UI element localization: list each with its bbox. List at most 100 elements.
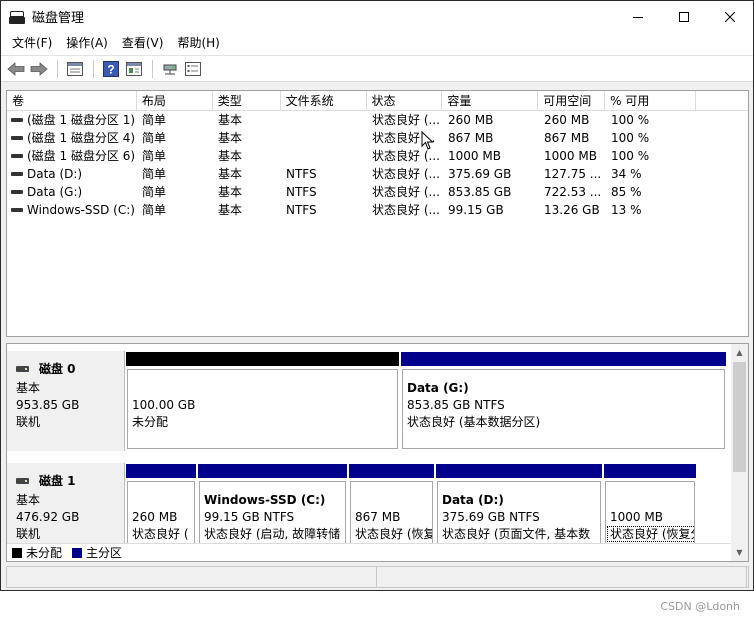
legend-unallocated-label: 未分配 (26, 546, 63, 560)
partition-status: 状态良好 ( (132, 526, 194, 543)
toolbar-separator (152, 59, 153, 78)
scroll-up-arrow-icon[interactable]: ▲ (731, 344, 748, 361)
partition-bar (603, 463, 697, 479)
partition-status: 状态良好 (恢复分区) (607, 526, 694, 543)
partition-title: Data (D:) (442, 493, 504, 507)
table-row[interactable]: (磁盘 1 磁盘分区 4) 简单 基本 状态良好 ... 867 MB 867 MB 100… (7, 129, 748, 147)
console-view-button[interactable] (123, 58, 145, 80)
partition-status: 状态良好 (页面文件, 基本数 (442, 526, 600, 543)
cell-volume: Data (D:) (7, 165, 137, 183)
column-header-type[interactable]: 类型 (213, 91, 281, 111)
cell-filesystem (281, 147, 367, 165)
volume-icon (11, 172, 23, 176)
partition-block[interactable]: 100.00 GB 未分配 (125, 351, 400, 451)
cell-layout: 简单 (142, 149, 167, 163)
status-bar (6, 566, 749, 588)
cell-percent-free: 100 % (611, 149, 650, 163)
table-row[interactable]: Windows-SSD (C:) 简单 基本 NTFS 状态良好 (... 99.15 G… (7, 201, 748, 219)
menu-file[interactable]: 文件(F) (5, 32, 59, 55)
volume-name: (磁盘 1 磁盘分区 4) (27, 131, 136, 145)
partition-bar (348, 463, 435, 479)
connect-button[interactable] (159, 58, 181, 80)
volume-list-header: 卷 布局 类型 文件系统 状态 容量 可用空间 % 可用 (7, 91, 748, 111)
graph-vertical-scrollbar[interactable]: ▲ ▼ (731, 344, 748, 561)
menu-view[interactable]: 查看(V) (115, 32, 171, 55)
partition-status-text: 状态良好 (恢复分区) (607, 526, 694, 542)
column-header-filesystem[interactable]: 文件系统 (281, 91, 367, 111)
settings-list-button[interactable] (182, 58, 204, 80)
disk-drive-icon (16, 477, 29, 484)
menu-help[interactable]: 帮助(H) (170, 32, 226, 55)
table-row[interactable]: Data (G:) 简单 基本 NTFS 状态良好 (... 853.85 GB 722.5… (7, 183, 748, 201)
disk-label[interactable]: 磁盘 0 基本 953.85 GB 联机 (7, 351, 125, 451)
partition-title-empty (132, 380, 397, 397)
minimize-icon (633, 16, 643, 18)
status-cell (7, 567, 377, 587)
disk-size: 476.92 GB (16, 510, 80, 524)
forward-button[interactable] (28, 58, 50, 80)
cell-type: 基本 (218, 185, 243, 199)
partition-bar (197, 463, 348, 479)
help-button[interactable]: ? (100, 58, 122, 80)
disk-name: 磁盘 0 (16, 360, 124, 377)
table-row[interactable]: (磁盘 1 磁盘分区 6) 简单 基本 状态良好 (... 1000 MB 1000 MB… (7, 147, 748, 165)
disk-name-text: 磁盘 1 (39, 474, 76, 488)
svg-text:?: ? (107, 62, 114, 76)
mouse-cursor-icon (421, 131, 434, 150)
cell-layout: 简单 (142, 203, 167, 217)
partition-size: 867 MB (355, 510, 401, 524)
cell-type: 基本 (218, 167, 243, 181)
volume-name: Data (G:) (27, 185, 83, 199)
column-header-status[interactable]: 状态 (367, 91, 443, 111)
volume-icon (11, 154, 23, 158)
table-row[interactable]: (磁盘 1 磁盘分区 1) 简单 基本 状态良好 (... 260 MB 260 MB 10… (7, 111, 748, 129)
partition-status-text: 状态良好 ( (132, 527, 189, 541)
cell-percent-free: 34 % (611, 167, 642, 181)
title-bar: 磁盘管理 (1, 1, 753, 32)
column-header-volume[interactable]: 卷 (7, 91, 137, 111)
disk-state: 联机 (16, 527, 41, 541)
partition-title-empty (132, 492, 194, 509)
partition-body: 100.00 GB 未分配 (127, 369, 398, 449)
close-button[interactable] (707, 1, 753, 32)
partition-block[interactable]: Data (G:) 853.85 GB NTFS 状态良好 (基本数据分区) (400, 351, 727, 451)
cell-percent-free: 85 % (611, 185, 642, 199)
scrollbar-thumb[interactable] (733, 362, 746, 472)
disk-row: 磁盘 0 基本 953.85 GB 联机 100.00 GB 未分配 Data (G:) 85… (7, 351, 732, 451)
column-header-capacity[interactable]: 容量 (442, 91, 539, 111)
back-button[interactable] (5, 58, 27, 80)
help-icon: ? (103, 60, 119, 77)
console-view-icon (126, 61, 142, 76)
column-header-percent-free[interactable]: % 可用 (605, 91, 697, 111)
cell-capacity: 375.69 GB (448, 167, 512, 181)
cell-status: 状态良好 (... (372, 167, 440, 181)
status-cell (377, 567, 747, 587)
cell-filesystem (281, 129, 367, 147)
partition-status-text: 状态良好 (恢复 (355, 527, 433, 541)
partition-status: 状态良好 (启动, 故障转储 (204, 526, 345, 543)
partition-status: 状态良好 (恢复 (355, 526, 432, 543)
column-header-free-space[interactable]: 可用空间 (538, 91, 606, 111)
cell-filesystem: NTFS (286, 203, 317, 217)
partition-title-empty (610, 492, 694, 509)
menu-action[interactable]: 操作(A) (59, 32, 115, 55)
cell-volume: (磁盘 1 磁盘分区 4) (7, 129, 137, 147)
partition-size: 260 MB (132, 510, 178, 524)
table-row[interactable]: Data (D:) 简单 基本 NTFS 状态良好 (... 375.69 GB 127.7… (7, 165, 748, 183)
cell-filesystem (281, 111, 367, 129)
cell-free-space: 722.53 ... (544, 185, 602, 199)
volume-name: (磁盘 1 磁盘分区 1) (27, 113, 136, 127)
cell-volume: (磁盘 1 磁盘分区 6) (7, 147, 137, 165)
partition-body: Data (G:) 853.85 GB NTFS 状态良好 (基本数据分区) (402, 369, 725, 449)
partition-size: 1000 MB (610, 510, 663, 524)
scroll-down-arrow-icon[interactable]: ▼ (731, 544, 748, 561)
cell-percent-free: 100 % (611, 131, 650, 145)
properties-icon (67, 61, 83, 76)
properties-button[interactable] (64, 58, 86, 80)
column-header-layout[interactable]: 布局 (137, 91, 213, 111)
partition-title: Windows-SSD (C:) (204, 493, 326, 507)
disk-type: 基本 (16, 493, 41, 507)
maximize-button[interactable] (661, 1, 707, 32)
cell-free-space: 867 MB (544, 131, 590, 145)
minimize-button[interactable] (615, 1, 661, 32)
